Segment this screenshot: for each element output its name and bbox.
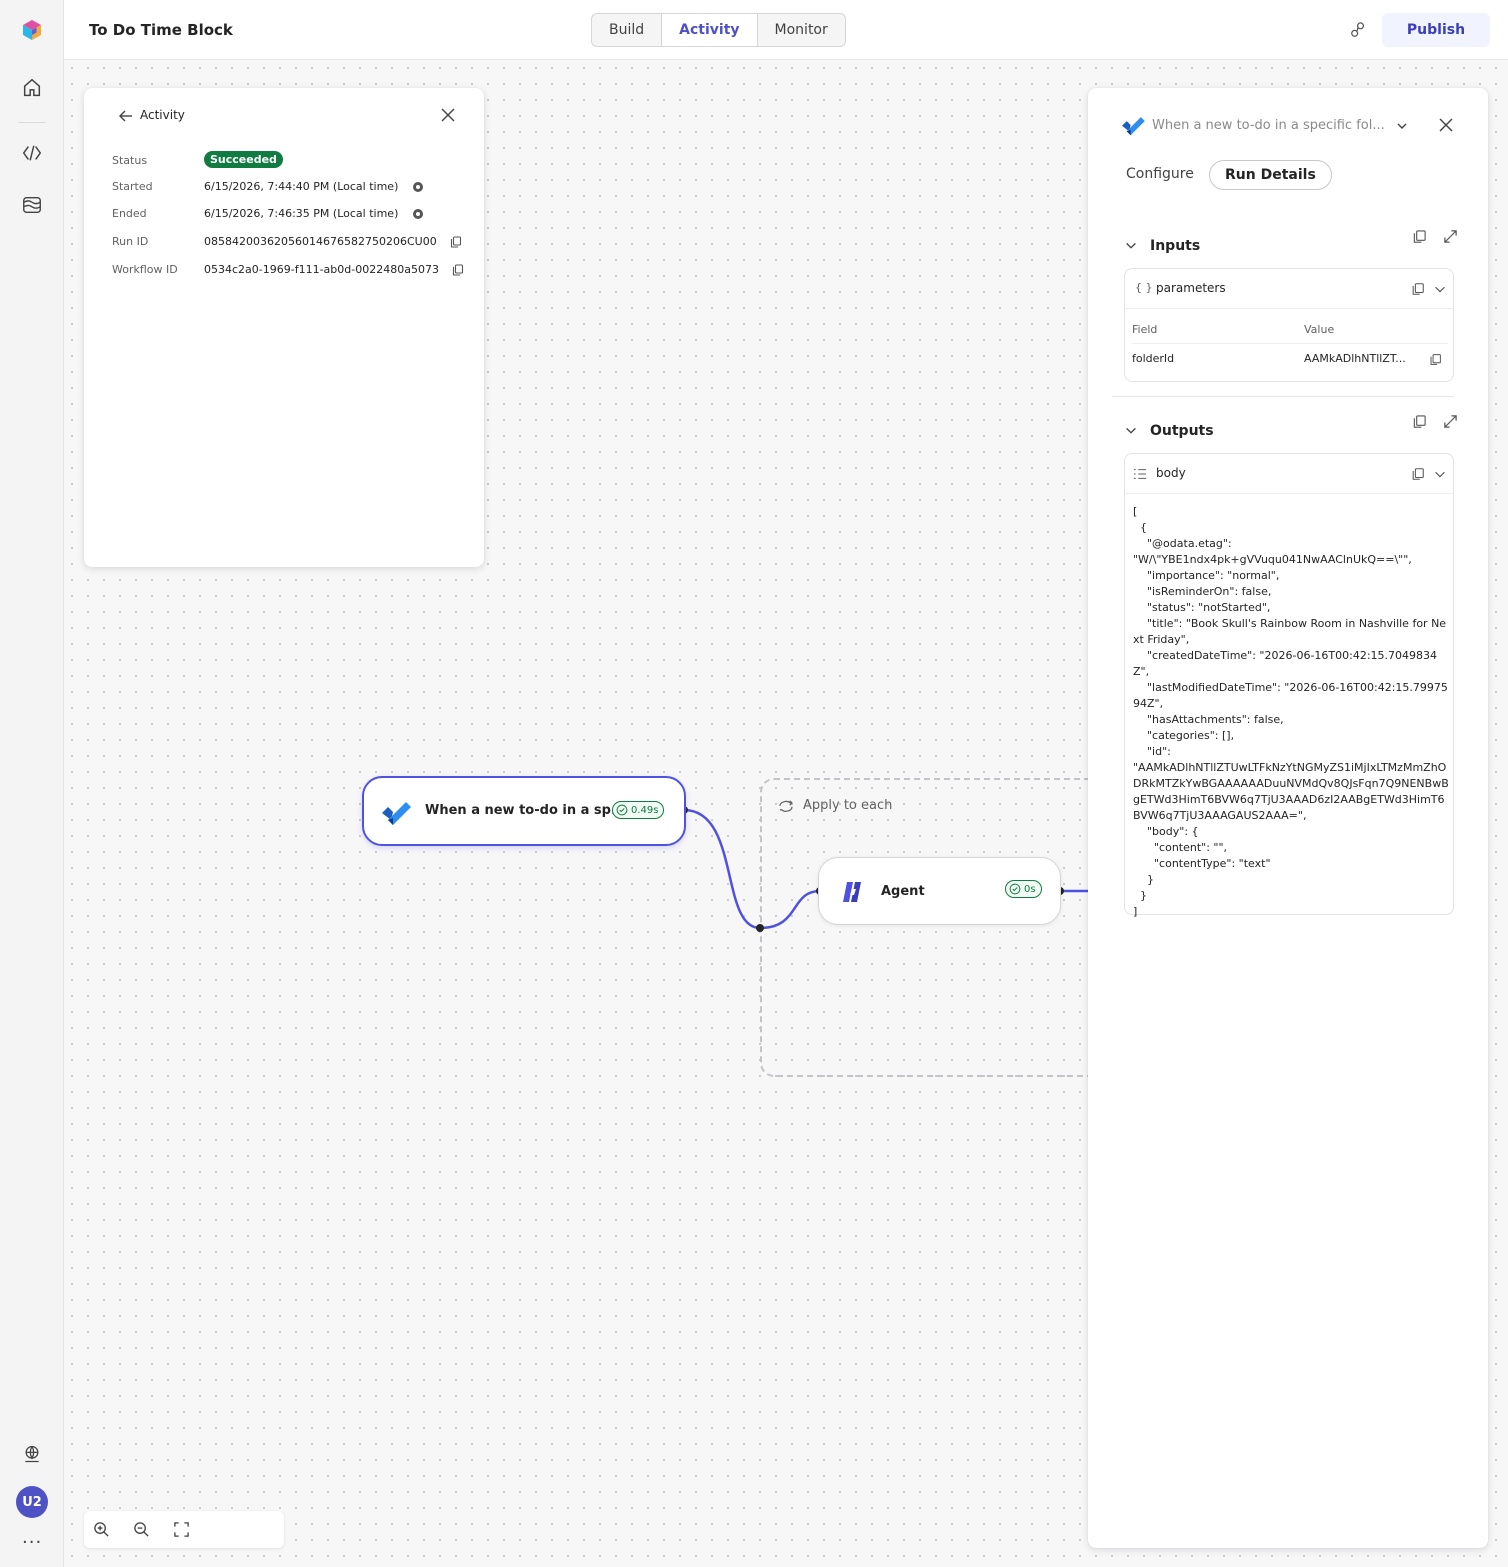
outputs-card: body [ { "@odata.etag": "W/\"YBE1ndx4pk+… xyxy=(1124,453,1454,918)
inputs-card: { } parameters Field Value folderId AAMk… xyxy=(1124,268,1454,382)
zoom-out-icon[interactable] xyxy=(133,1521,150,1538)
copy-icon[interactable] xyxy=(1412,229,1427,244)
back-arrow-icon[interactable] xyxy=(118,108,134,124)
outputs-actions xyxy=(1412,414,1458,429)
body-header[interactable]: body xyxy=(1125,454,1453,494)
home-icon[interactable] xyxy=(20,76,44,100)
ended-value-row: 6/15/2026, 7:46:35 PM (Local time) xyxy=(204,207,424,220)
connections-icon[interactable] xyxy=(1348,20,1368,40)
table-divider xyxy=(1132,343,1448,344)
field-column-header: Field xyxy=(1132,323,1158,336)
started-value: 6/15/2026, 7:44:40 PM (Local time) xyxy=(204,180,399,193)
workflow-id-label: Workflow ID xyxy=(112,263,178,276)
body-json-output: [ { "@odata.etag": "W/\"YBE1ndx4pk+gVVuq… xyxy=(1133,505,1449,918)
todo-checkmark-icon xyxy=(380,798,412,826)
tab-build[interactable]: Build xyxy=(592,14,663,46)
parameters-header[interactable]: { } parameters xyxy=(1125,269,1453,309)
copy-icon[interactable] xyxy=(452,264,464,276)
activity-panel: Activity Status Succeeded Started 6/15/2… xyxy=(84,88,484,567)
tab-configure[interactable]: Configure xyxy=(1111,160,1209,188)
agent-duration: 0s xyxy=(1024,883,1036,895)
parameters-label: parameters xyxy=(1156,281,1226,295)
zoom-in-icon[interactable] xyxy=(93,1521,110,1538)
avatar[interactable]: U2 xyxy=(16,1486,48,1518)
agent-duration-badge: 0s xyxy=(1005,880,1042,898)
expand-icon[interactable] xyxy=(1443,414,1458,429)
copy-icon[interactable] xyxy=(450,236,462,248)
copy-icon[interactable] xyxy=(1429,353,1442,366)
apply-to-each-container[interactable] xyxy=(760,778,1090,1077)
chevron-down-icon xyxy=(1126,427,1136,434)
inputs-heading: Inputs xyxy=(1150,238,1201,254)
tab-monitor[interactable]: Monitor xyxy=(758,14,845,46)
timezone-icon[interactable] xyxy=(412,208,424,220)
zoom-controls xyxy=(84,1511,284,1548)
outputs-section-header[interactable]: Outputs xyxy=(1124,423,1214,439)
chevron-down-icon[interactable] xyxy=(1433,282,1447,296)
copy-icon[interactable] xyxy=(1411,467,1425,481)
more-options-icon[interactable]: ··· xyxy=(22,1532,42,1553)
todo-checkmark-icon xyxy=(1120,114,1146,136)
globe-icon[interactable] xyxy=(20,1442,44,1466)
close-icon[interactable] xyxy=(1438,117,1454,133)
trigger-duration-badge: 0.49s xyxy=(612,801,665,819)
success-check-icon xyxy=(1009,883,1021,895)
inputs-actions xyxy=(1412,229,1458,244)
chevron-down-icon[interactable] xyxy=(1394,118,1410,134)
agent-node[interactable]: Agent 0s xyxy=(818,857,1061,925)
status-label: Status xyxy=(112,154,148,167)
tab-activity[interactable]: Activity xyxy=(662,14,758,46)
activity-title: Activity xyxy=(140,108,185,122)
started-value-row: 6/15/2026, 7:44:40 PM (Local time) xyxy=(204,180,424,193)
publish-button[interactable]: Publish xyxy=(1382,13,1490,47)
copy-icon[interactable] xyxy=(1412,414,1427,429)
details-title: When a new to-do in a specific fol... xyxy=(1152,118,1385,133)
code-icon[interactable] xyxy=(20,141,44,165)
ended-label: Ended xyxy=(112,207,147,220)
mode-tabs: Build Activity Monitor xyxy=(591,13,846,47)
trigger-duration: 0.49s xyxy=(631,804,659,816)
timezone-icon[interactable] xyxy=(412,181,424,193)
app-logo-icon[interactable] xyxy=(20,18,44,42)
page-title: To Do Time Block xyxy=(89,21,233,39)
workflow-id-value: 0534c2a0-1969-f111-ab0d-0022480a5073 xyxy=(204,263,439,276)
field-name: folderId xyxy=(1132,352,1175,365)
run-details-panel: When a new to-do in a specific fol... Co… xyxy=(1088,88,1488,1548)
agent-label: Agent xyxy=(881,884,925,899)
braces-icon: { } xyxy=(1135,281,1153,294)
value-column-header: Value xyxy=(1304,323,1335,336)
loop-icon xyxy=(777,797,795,815)
chevron-down-icon xyxy=(1126,242,1136,249)
agent-icon xyxy=(841,880,865,904)
run-id-label: Run ID xyxy=(112,235,149,248)
status-badge: Succeeded xyxy=(204,151,283,168)
trigger-node[interactable]: When a new to-do in a sp... 0.49s xyxy=(362,776,686,846)
list-icon xyxy=(1133,469,1147,479)
ended-value: 6/15/2026, 7:46:35 PM (Local time) xyxy=(204,207,399,220)
success-check-icon xyxy=(616,804,628,816)
copy-icon[interactable] xyxy=(1411,282,1425,296)
outputs-heading: Outputs xyxy=(1150,423,1214,439)
inputs-section-header[interactable]: Inputs xyxy=(1124,238,1200,254)
run-id-value: 08584200362056014676582750206CU00 xyxy=(204,235,437,248)
close-icon[interactable] xyxy=(440,107,456,123)
rail-divider xyxy=(18,122,46,123)
started-label: Started xyxy=(112,180,153,193)
loop-label: Apply to each xyxy=(803,798,893,813)
tab-run-details[interactable]: Run Details xyxy=(1209,160,1332,190)
header: To Do Time Block Build Activity Monitor … xyxy=(64,0,1508,60)
data-icon[interactable] xyxy=(20,193,44,217)
field-value: AAMkADlhNTllZT... xyxy=(1304,352,1406,365)
trigger-label: When a new to-do in a sp... xyxy=(425,803,626,818)
left-rail: U2 ··· xyxy=(0,0,64,1567)
workflow-id-row: 0534c2a0-1969-f111-ab0d-0022480a5073 xyxy=(204,263,464,276)
run-id-row: 08584200362056014676582750206CU00 xyxy=(204,235,462,248)
expand-icon[interactable] xyxy=(1443,229,1458,244)
fit-view-icon[interactable] xyxy=(173,1521,190,1538)
body-label: body xyxy=(1156,466,1186,480)
section-divider xyxy=(1112,396,1454,397)
chevron-down-icon[interactable] xyxy=(1433,467,1447,481)
